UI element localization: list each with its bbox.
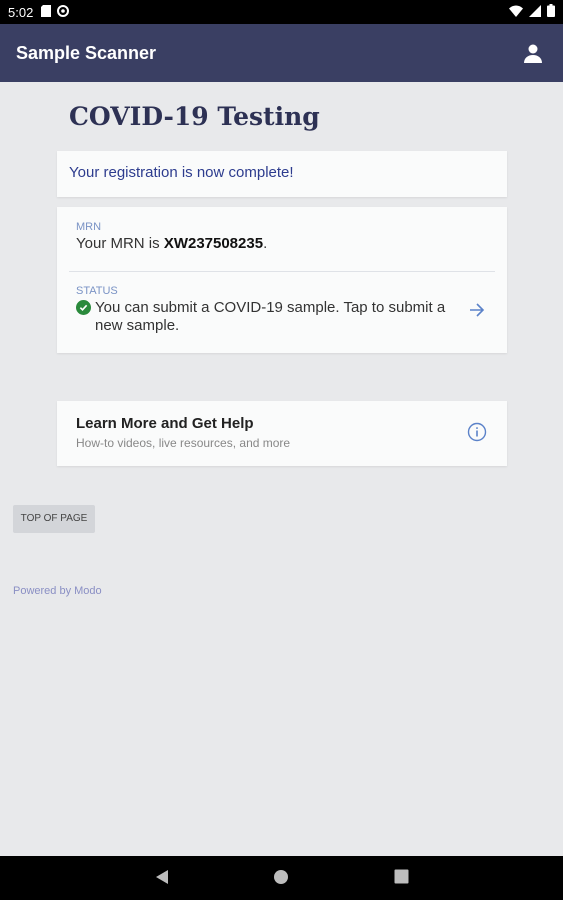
app-title: Sample Scanner xyxy=(16,42,157,63)
app-bar: Sample Scanner xyxy=(0,24,563,82)
info-icon[interactable] xyxy=(467,422,487,447)
sd-card-icon xyxy=(41,4,52,20)
back-icon[interactable] xyxy=(154,869,170,890)
status-row: You can submit a COVID-19 sample. Tap to… xyxy=(76,299,457,335)
home-icon[interactable] xyxy=(273,869,289,890)
arrow-right-icon[interactable] xyxy=(469,303,485,322)
mrn-label: MRN xyxy=(76,221,102,233)
status-text: You can submit a COVID-19 sample. Tap to… xyxy=(95,299,446,334)
data-saver-icon xyxy=(57,4,70,20)
status-label: STATUS xyxy=(76,285,118,297)
status-bar: 5:02 xyxy=(0,0,563,24)
wifi-icon xyxy=(509,5,523,20)
mrn-prefix: Your MRN is xyxy=(76,235,164,252)
check-circle-icon xyxy=(76,300,91,315)
help-subtitle: How-to videos, live resources, and more xyxy=(76,436,291,450)
recents-icon[interactable] xyxy=(394,869,409,889)
info-card: MRN Your MRN is XW237508235. STATUS You … xyxy=(57,207,507,353)
mrn-text: Your MRN is XW237508235. xyxy=(76,235,495,253)
mrn-value: XW237508235 xyxy=(163,235,264,252)
mrn-suffix: . xyxy=(263,235,268,252)
top-of-page-button[interactable]: TOP OF PAGE xyxy=(13,505,95,533)
help-title: Learn More and Get Help xyxy=(76,415,254,432)
signal-icon xyxy=(529,4,541,20)
status-section[interactable]: STATUS You can submit a COVID-19 sample.… xyxy=(76,285,457,335)
system-nav-bar xyxy=(0,856,563,900)
page-title: COVID-19 Testing xyxy=(69,102,320,131)
powered-by-text: Powered by Modo xyxy=(13,585,102,597)
account-icon[interactable] xyxy=(519,39,547,67)
divider xyxy=(69,271,495,272)
notice-message: Your registration is now complete! xyxy=(69,164,294,181)
main-content: COVID-19 Testing Your registration is no… xyxy=(0,82,563,856)
help-card[interactable]: Learn More and Get Help How-to videos, l… xyxy=(57,401,507,466)
status-time: 5:02 xyxy=(8,4,34,20)
registration-notice: Your registration is now complete! xyxy=(57,151,507,197)
mrn-section: MRN Your MRN is XW237508235. xyxy=(76,221,495,253)
battery-icon xyxy=(547,4,555,20)
